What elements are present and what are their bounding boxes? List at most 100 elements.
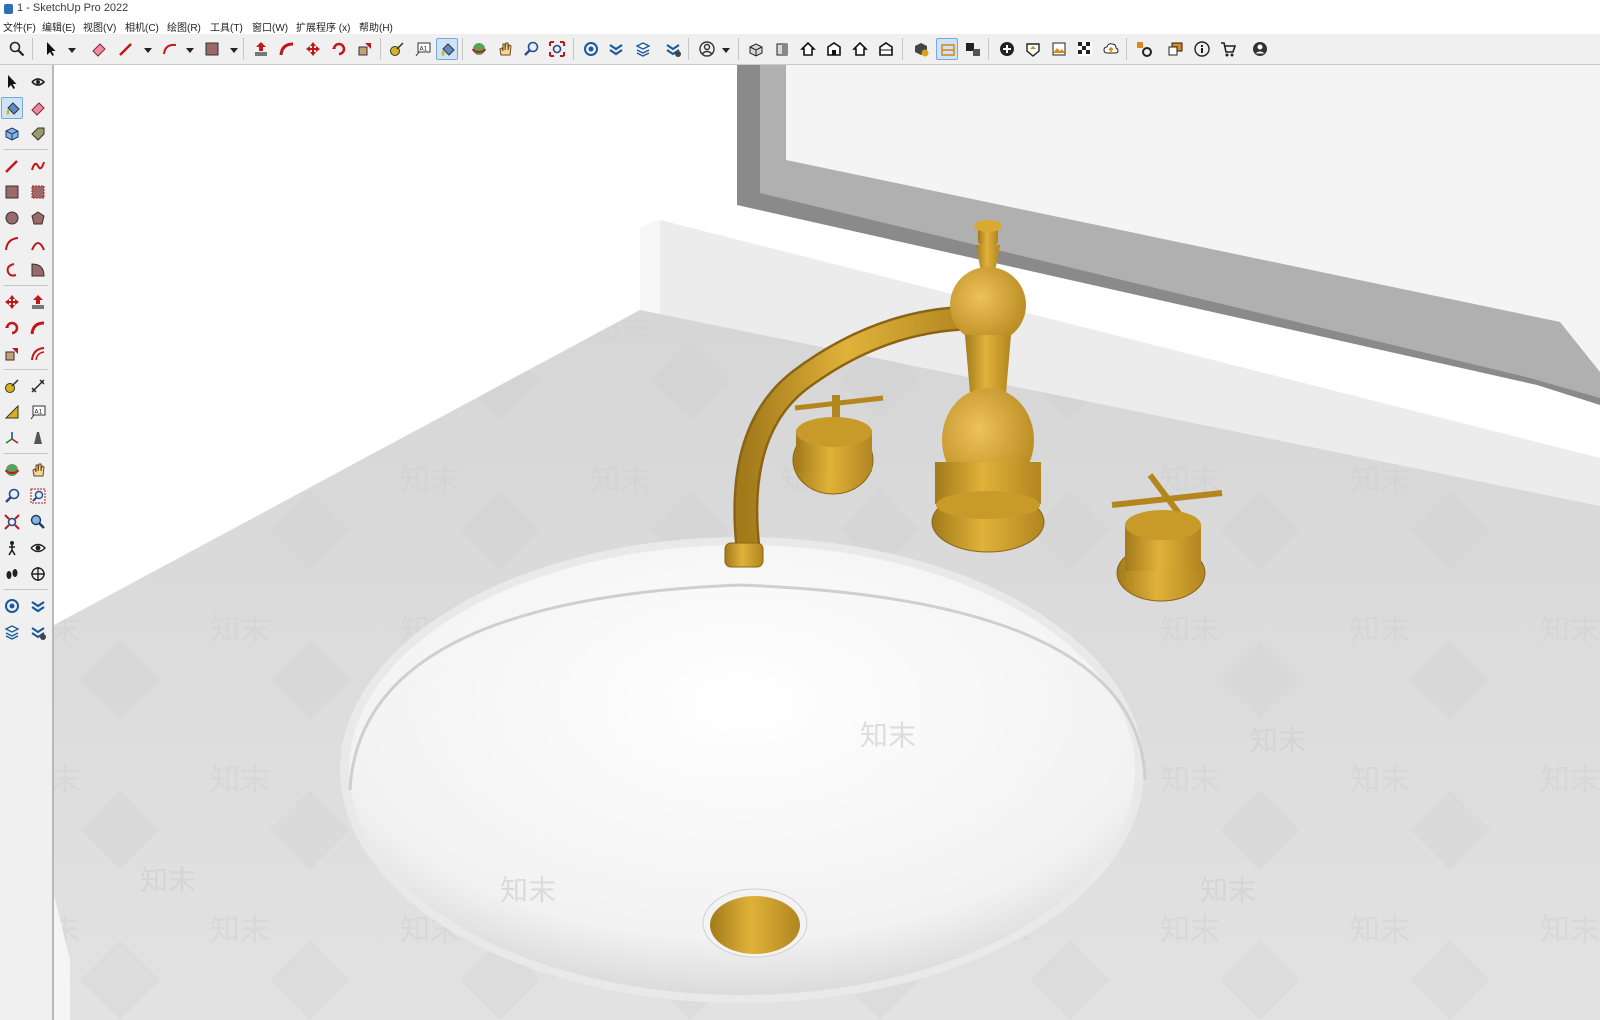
scale-icon[interactable]	[354, 38, 376, 60]
zoom-extents-icon[interactable]	[546, 38, 568, 60]
back-view-icon[interactable]	[849, 38, 871, 60]
follow-me-icon[interactable]	[27, 317, 49, 339]
eraser-icon[interactable]	[27, 97, 49, 119]
chevron-down-icon[interactable]	[230, 48, 238, 53]
freehand-icon[interactable]	[27, 155, 49, 177]
polygon-icon[interactable]	[27, 207, 49, 229]
two-point-arc-icon[interactable]	[27, 233, 49, 255]
push-pull-icon[interactable]	[27, 291, 49, 313]
section-display-icon[interactable]	[936, 38, 958, 60]
move-icon[interactable]	[302, 38, 324, 60]
model-viewport[interactable]: 知末 知末 知末 知末 知末	[54, 65, 1600, 1020]
3d-text-icon[interactable]	[27, 427, 49, 449]
iso-view-icon[interactable]	[745, 38, 767, 60]
text-icon[interactable]: A1	[27, 401, 49, 423]
section-plane-icon[interactable]	[910, 38, 932, 60]
line-icon[interactable]	[1, 155, 23, 177]
zoom-extents-icon[interactable]	[1, 511, 23, 533]
move-icon[interactable]	[1, 291, 23, 313]
select-icon[interactable]	[1, 71, 23, 93]
user-account-icon[interactable]	[696, 38, 718, 60]
rectangle-icon[interactable]	[201, 38, 223, 60]
axes-icon[interactable]	[1, 427, 23, 449]
cloud-upload-icon[interactable]	[1100, 38, 1122, 60]
model-info-icon[interactable]	[662, 38, 684, 60]
terrain-icon[interactable]	[1022, 38, 1044, 60]
menu-tools[interactable]: 工具(T)	[210, 19, 243, 34]
chevron-down-icon[interactable]	[144, 48, 152, 53]
eraser-icon[interactable]	[88, 38, 110, 60]
account-icon[interactable]	[1249, 38, 1271, 60]
pan-hand-icon[interactable]	[494, 38, 516, 60]
top-view-icon[interactable]	[771, 38, 793, 60]
section-cut-icon[interactable]	[962, 38, 984, 60]
paint-bucket-icon[interactable]	[1, 97, 23, 119]
menu-edit[interactable]: 编辑(E)	[42, 19, 75, 34]
text-label-icon[interactable]: A1	[412, 38, 434, 60]
arc-icon[interactable]	[1, 233, 23, 255]
section-plane-icon[interactable]	[27, 563, 49, 585]
orbit-icon[interactable]	[27, 71, 49, 93]
circle-icon[interactable]	[1, 207, 23, 229]
extension-warehouse-icon[interactable]	[605, 38, 627, 60]
menu-draw[interactable]: 绘图(R)	[167, 19, 201, 34]
component-icon[interactable]	[1, 123, 23, 145]
tag-icon[interactable]	[27, 123, 49, 145]
photo-texture-icon[interactable]	[1048, 38, 1070, 60]
menu-view[interactable]: 视图(V)	[83, 19, 116, 34]
position-camera-icon[interactable]	[27, 511, 49, 533]
pencil-line-icon[interactable]	[115, 38, 137, 60]
footprints-icon[interactable]	[1, 563, 23, 585]
pie-icon[interactable]	[27, 259, 49, 281]
tape-measure-icon[interactable]	[386, 38, 408, 60]
styles-icon[interactable]	[1074, 38, 1096, 60]
menu-window[interactable]: 窗口(W)	[252, 19, 288, 34]
info-icon[interactable]	[1191, 38, 1213, 60]
orbit-icon[interactable]	[468, 38, 490, 60]
extension-manager-icon[interactable]	[27, 621, 49, 643]
chevron-down-icon[interactable]	[722, 48, 730, 53]
three-point-arc-icon[interactable]	[1, 259, 23, 281]
layout-send-icon[interactable]	[1, 621, 23, 643]
front-view-icon[interactable]	[797, 38, 819, 60]
rotated-rectangle-icon[interactable]	[27, 181, 49, 203]
dimension-icon[interactable]	[27, 375, 49, 397]
warehouse-icon[interactable]	[580, 38, 602, 60]
layout-icon[interactable]	[632, 38, 654, 60]
cart-icon[interactable]	[1217, 38, 1239, 60]
chevron-down-icon[interactable]	[186, 48, 194, 53]
extension-warehouse-icon[interactable]	[27, 595, 49, 617]
title-bar: 1 - SketchUp Pro 2022	[0, 0, 1600, 18]
menu-file[interactable]: 文件(F)	[3, 19, 36, 34]
zoom-icon[interactable]	[6, 38, 28, 60]
add-location-icon[interactable]	[996, 38, 1018, 60]
menu-help[interactable]: 帮助(H)	[359, 19, 393, 34]
protractor-icon[interactable]	[1, 401, 23, 423]
select-arrow-icon[interactable]	[40, 38, 62, 60]
chevron-down-icon[interactable]	[68, 48, 76, 53]
zoom-icon[interactable]	[1, 485, 23, 507]
look-around-icon[interactable]	[27, 537, 49, 559]
warehouse-icon[interactable]	[1, 595, 23, 617]
zoom-glass-icon[interactable]	[520, 38, 542, 60]
extension-manager-icon[interactable]	[1133, 38, 1155, 60]
rectangle-icon[interactable]	[1, 181, 23, 203]
push-pull-icon[interactable]	[250, 38, 272, 60]
tape-measure-icon[interactable]	[1, 375, 23, 397]
zoom-window-icon[interactable]	[27, 485, 49, 507]
right-view-icon[interactable]	[823, 38, 845, 60]
paint-bucket-icon[interactable]	[436, 38, 458, 60]
menu-camera[interactable]: 相机(C)	[125, 19, 159, 34]
rotate-icon[interactable]	[328, 38, 350, 60]
follow-me-icon[interactable]	[276, 38, 298, 60]
pan-icon[interactable]	[27, 459, 49, 481]
left-view-icon[interactable]	[875, 38, 897, 60]
dynamic-component-icon[interactable]	[1165, 38, 1187, 60]
menu-extensions[interactable]: 扩展程序 (x)	[296, 19, 350, 34]
offset-icon[interactable]	[27, 343, 49, 365]
scale-icon[interactable]	[1, 343, 23, 365]
walk-icon[interactable]	[1, 537, 23, 559]
rotate-icon[interactable]	[1, 317, 23, 339]
orbit-icon[interactable]	[1, 459, 23, 481]
arc-icon[interactable]	[159, 38, 181, 60]
